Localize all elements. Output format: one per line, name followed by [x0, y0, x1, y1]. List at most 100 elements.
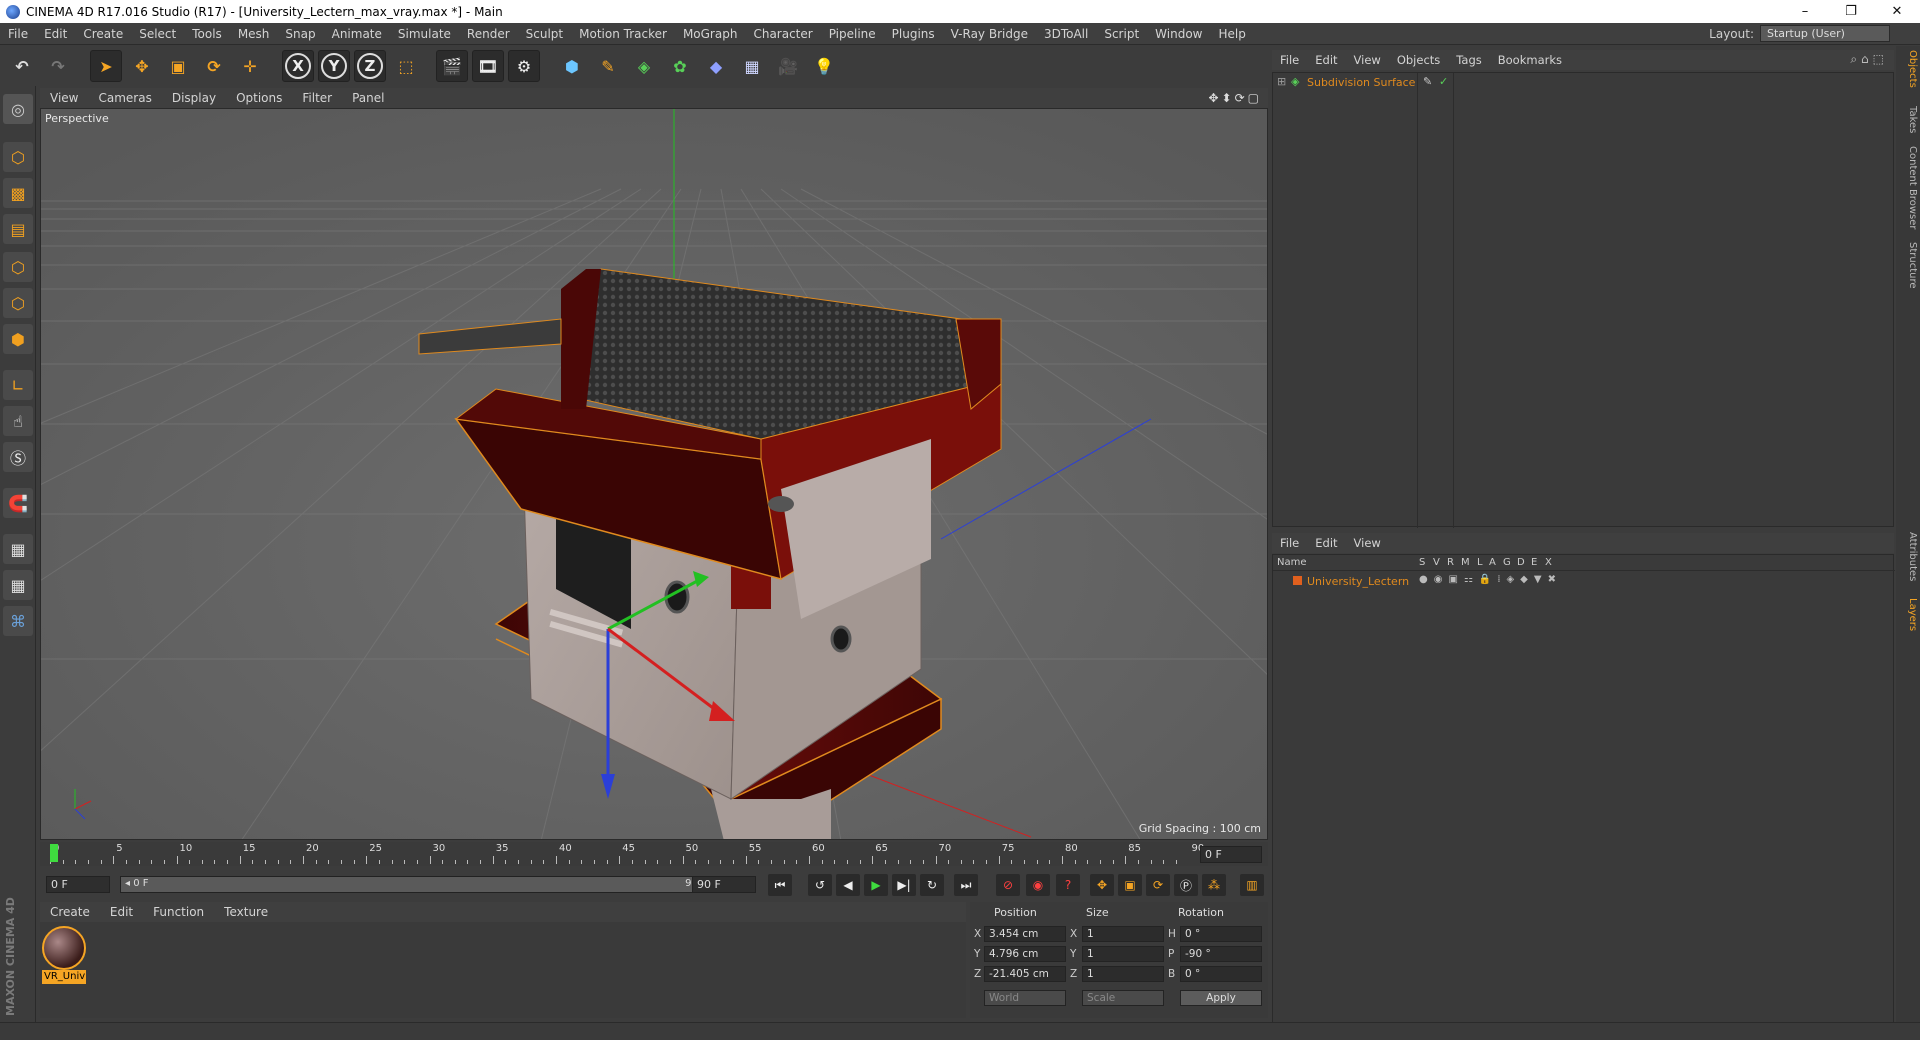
size-x-field[interactable]: 1 — [1082, 926, 1164, 942]
object-enabled-check-icon[interactable]: ✓ — [1439, 75, 1448, 88]
next-key-icon[interactable]: ↻ — [920, 874, 944, 896]
layer-menu-file[interactable]: File — [1272, 536, 1307, 550]
subdivision-surface-icon[interactable]: ◈ — [628, 50, 660, 82]
menu-3dtoall[interactable]: 3DToAll — [1036, 27, 1096, 41]
menu-animate[interactable]: Animate — [324, 27, 390, 41]
viewport-menu-view[interactable]: View — [40, 91, 88, 105]
cloner-icon[interactable]: ✿ — [664, 50, 696, 82]
expand-icon[interactable]: ⊞ — [1277, 75, 1286, 88]
workplane-mode-icon[interactable]: ▤ — [3, 214, 33, 244]
minimize-button[interactable]: – — [1782, 0, 1828, 23]
material-menu-create[interactable]: Create — [40, 905, 100, 919]
menu-select[interactable]: Select — [131, 27, 184, 41]
menu-mesh[interactable]: Mesh — [230, 27, 278, 41]
menu-plugins[interactable]: Plugins — [884, 27, 943, 41]
camera-icon[interactable]: 🎥 — [772, 50, 804, 82]
auto-keying-icon[interactable]: ◉ — [1026, 874, 1050, 896]
move-tool-icon[interactable]: ✥ — [126, 50, 158, 82]
object-menu-objects[interactable]: Objects — [1389, 53, 1448, 67]
object-row[interactable]: ⊞ ◈ Subdivision Surface ✎ ✓ — [1273, 73, 1895, 528]
tab-structure[interactable]: Structure — [1898, 242, 1918, 289]
viewport-nav-icons[interactable]: ✥⬍⟳▢ — [1208, 91, 1262, 105]
python-icon[interactable]: ⌘ — [3, 606, 33, 636]
menu-help[interactable]: Help — [1210, 27, 1253, 41]
rotate-tool-icon[interactable]: ⟳ — [198, 50, 230, 82]
object-menu-bookmarks[interactable]: Bookmarks — [1490, 53, 1570, 67]
scale-tool-icon[interactable]: ▣ — [162, 50, 194, 82]
layer-color-swatch[interactable] — [1293, 576, 1302, 585]
previous-key-icon[interactable]: ↺ — [808, 874, 832, 896]
render-settings-icon[interactable]: ⚙ — [508, 50, 540, 82]
size-y-field[interactable]: 1 — [1082, 946, 1164, 962]
tab-takes[interactable]: Takes — [1898, 106, 1918, 133]
menu-simulate[interactable]: Simulate — [390, 27, 459, 41]
layout-select[interactable]: Startup (User) — [1760, 25, 1890, 42]
viewport-menu-panel[interactable]: Panel — [342, 91, 394, 105]
tab-layers[interactable]: Layers — [1898, 598, 1918, 631]
tweak-mode-icon[interactable]: ☝ — [3, 406, 33, 436]
menu-edit[interactable]: Edit — [36, 27, 75, 41]
timeline-playhead[interactable] — [50, 844, 58, 862]
menu-vray-bridge[interactable]: V-Ray Bridge — [943, 27, 1036, 41]
menu-character[interactable]: Character — [745, 27, 820, 41]
layer-menu-edit[interactable]: Edit — [1307, 536, 1345, 550]
make-editable-icon[interactable]: ◎ — [3, 94, 33, 124]
y-axis-lock-button[interactable]: Y — [318, 50, 350, 82]
layer-row[interactable]: University_Lectern ●◉▣⚏🔒⁞◈◆▼✖ — [1273, 573, 1895, 589]
rot-b-field[interactable]: 0 ° — [1180, 966, 1262, 982]
material-menu-function[interactable]: Function — [143, 905, 214, 919]
coordinate-system-icon[interactable]: ⬚ — [390, 50, 422, 82]
coord-system-select[interactable]: World — [984, 990, 1066, 1006]
layer-name[interactable]: University_Lectern — [1307, 575, 1409, 588]
end-frame-field[interactable]: 90 F — [692, 876, 756, 893]
keyframe-selection-icon[interactable]: ? — [1056, 874, 1080, 896]
undo-icon[interactable]: ↶ — [6, 50, 38, 82]
object-edit-toggle-icon[interactable]: ✎ — [1423, 75, 1432, 88]
record-keys-icon[interactable]: ⊘ — [996, 874, 1020, 896]
key-scale-icon[interactable]: ▣ — [1118, 874, 1142, 896]
render-picture-viewer-icon[interactable]: 🎞 — [472, 50, 504, 82]
object-menu-view[interactable]: View — [1346, 53, 1389, 67]
timeline-ruler[interactable]: 051015202530354045505560657075808590 0 F — [40, 842, 1268, 866]
pos-x-field[interactable]: 3.454 cm — [984, 926, 1066, 942]
pos-y-field[interactable]: 4.796 cm — [984, 946, 1066, 962]
key-position-icon[interactable]: ✥ — [1090, 874, 1114, 896]
viewport-menu-display[interactable]: Display — [162, 91, 226, 105]
magnet-icon[interactable]: 🧲 — [3, 488, 33, 518]
light-icon[interactable]: 💡 — [808, 50, 840, 82]
viewport-menu-cameras[interactable]: Cameras — [88, 91, 161, 105]
select-cursor-icon[interactable]: ➤ — [90, 50, 122, 82]
menu-file[interactable]: File — [0, 27, 36, 41]
current-frame-field[interactable]: 0 F — [1200, 846, 1262, 863]
object-menu-file[interactable]: File — [1272, 53, 1307, 67]
menu-tools[interactable]: Tools — [184, 27, 230, 41]
frame-range-slider[interactable]: ◂ 0 F 90 F ▸ — [120, 876, 720, 893]
menu-script[interactable]: Script — [1096, 27, 1147, 41]
viewport-menu-filter[interactable]: Filter — [292, 91, 342, 105]
size-z-field[interactable]: 1 — [1082, 966, 1164, 982]
previous-frame-icon[interactable]: ◀ — [836, 874, 860, 896]
object-search-home-icons[interactable]: ⌕⌂⬚ — [1850, 52, 1888, 67]
menu-motion-tracker[interactable]: Motion Tracker — [571, 27, 675, 41]
redo-icon[interactable]: ↷ — [42, 50, 74, 82]
render-view-icon[interactable]: 🎬 — [436, 50, 468, 82]
live-selection-icon[interactable]: ✛ — [234, 50, 266, 82]
rot-h-field[interactable]: 0 ° — [1180, 926, 1262, 942]
model-mode-icon[interactable]: ⬡ — [3, 142, 33, 172]
next-frame-icon[interactable]: ▶| — [892, 874, 916, 896]
polygons-mode-icon[interactable]: ⬢ — [3, 324, 33, 354]
locked-workplane-icon[interactable]: ▦ — [3, 534, 33, 564]
size-mode-select[interactable]: Scale — [1082, 990, 1164, 1006]
maximize-button[interactable]: ❐ — [1828, 0, 1874, 23]
tab-objects[interactable]: Objects — [1898, 50, 1918, 88]
object-menu-edit[interactable]: Edit — [1307, 53, 1345, 67]
layer-toggle-icons[interactable]: ●◉▣⚏🔒⁞◈◆▼✖ — [1419, 574, 1562, 585]
axis-mode-icon[interactable]: ∟ — [3, 370, 33, 400]
key-rotation-icon[interactable]: ⟳ — [1146, 874, 1170, 896]
floor-icon[interactable]: ▦ — [736, 50, 768, 82]
menu-render[interactable]: Render — [459, 27, 518, 41]
object-name[interactable]: Subdivision Surface — [1307, 76, 1415, 89]
apply-button[interactable]: Apply — [1180, 990, 1262, 1006]
menu-create[interactable]: Create — [75, 27, 131, 41]
go-to-start-icon[interactable]: ⏮ — [768, 874, 792, 896]
